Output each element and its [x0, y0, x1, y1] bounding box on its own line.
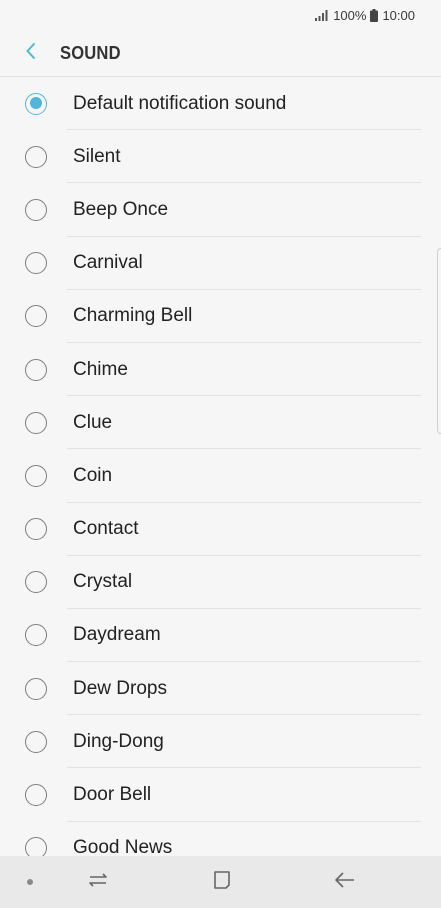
list-item[interactable]: Dew Drops: [0, 662, 441, 716]
nav-dot-icon: [27, 879, 33, 885]
list-item[interactable]: Crystal: [0, 556, 441, 609]
radio-button[interactable]: [25, 198, 47, 221]
list-item[interactable]: Ding-Dong: [0, 715, 441, 769]
radio-button[interactable]: [25, 464, 47, 487]
sound-label: Ding-Dong: [73, 730, 164, 752]
radio-button[interactable]: [25, 784, 47, 807]
sound-label: Clue: [73, 411, 113, 433]
sound-label: Chime: [73, 358, 128, 380]
list-item[interactable]: Silent: [0, 130, 441, 184]
scrollbar[interactable]: [437, 248, 441, 434]
sound-label: Contact: [73, 518, 139, 540]
list-item[interactable]: Coin: [0, 449, 441, 503]
status-bar: 100% 10:00: [0, 0, 441, 30]
recent-apps-button[interactable]: [85, 869, 111, 895]
radio-button[interactable]: [25, 571, 47, 594]
system-back-button[interactable]: [332, 869, 358, 895]
list-item[interactable]: Clue: [0, 396, 441, 450]
sound-label: Carnival: [73, 252, 143, 274]
battery-icon: [370, 8, 379, 22]
radio-button[interactable]: [25, 252, 47, 275]
sound-label: Daydream: [73, 624, 161, 646]
sound-label: Door Bell: [73, 784, 152, 806]
list-item[interactable]: Daydream: [0, 609, 441, 663]
recent-apps-icon: [87, 870, 109, 895]
clock: 10:00: [382, 7, 415, 23]
radio-button[interactable]: [25, 145, 47, 168]
radio-button[interactable]: [25, 358, 47, 381]
chevron-left-icon: [25, 42, 37, 65]
list-item[interactable]: Good News: [0, 822, 441, 856]
sound-label: Crystal: [73, 571, 133, 593]
list-item[interactable]: Default notification sound: [0, 77, 441, 131]
radio-button[interactable]: [25, 837, 47, 856]
home-button[interactable]: [209, 869, 235, 895]
sound-label: Beep Once: [73, 198, 169, 220]
radio-button-selected[interactable]: [25, 92, 47, 115]
list-item[interactable]: Chime: [0, 343, 441, 397]
sound-label: Default notification sound: [73, 92, 287, 114]
list-item[interactable]: Beep Once: [0, 183, 441, 237]
list-item[interactable]: Door Bell: [0, 768, 441, 822]
signal-icon: [315, 9, 329, 21]
sound-label: Good News: [73, 837, 173, 856]
radio-button[interactable]: [25, 305, 47, 328]
home-icon: [212, 870, 232, 895]
radio-button[interactable]: [25, 624, 47, 647]
back-button[interactable]: [0, 30, 60, 76]
sound-label: Silent: [73, 145, 121, 167]
radio-button[interactable]: [25, 411, 47, 434]
list-item[interactable]: Carnival: [0, 237, 441, 290]
sound-list[interactable]: Default notification sound Silent Beep Onc…: [0, 77, 441, 856]
navigation-bar: [0, 856, 441, 908]
list-item[interactable]: Contact: [0, 503, 441, 556]
battery-level: 100%: [333, 7, 367, 23]
sound-label: Coin: [73, 464, 113, 486]
page-title: SOUND: [60, 42, 121, 63]
radio-button[interactable]: [25, 518, 47, 541]
radio-button[interactable]: [25, 730, 47, 753]
radio-button[interactable]: [25, 677, 47, 700]
list-item[interactable]: Charming Bell: [0, 290, 441, 343]
sound-label: Charming Bell: [73, 305, 193, 327]
app-bar: SOUND: [0, 30, 441, 76]
sound-label: Dew Drops: [73, 677, 167, 699]
back-arrow-icon: [334, 871, 356, 894]
